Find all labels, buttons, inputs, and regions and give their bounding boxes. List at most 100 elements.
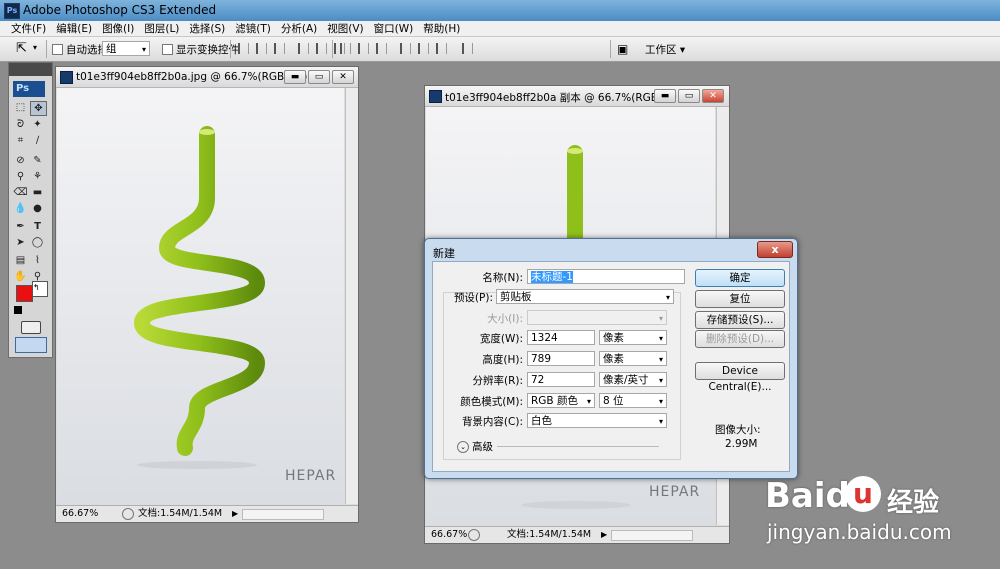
document-title-bar[interactable]: t01e3ff904eb8ff2b0a 副本 @ 66.7%(RGB/8#) ▬… xyxy=(425,86,729,107)
status-bar: 66.67% 文档:1.54M/1.54M ▶ xyxy=(56,505,358,522)
align-left-icon[interactable] xyxy=(298,43,309,54)
slice-tool-icon[interactable]: ∕ xyxy=(30,134,45,147)
screen-mode-icon[interactable] xyxy=(15,337,47,353)
move-tool-icon[interactable]: ⇱ xyxy=(16,41,27,56)
notes-tool-icon[interactable]: ▤ xyxy=(13,254,28,267)
distribute-vcenter-icon[interactable] xyxy=(358,43,369,54)
type-tool-icon[interactable]: T xyxy=(30,220,45,233)
menu-layer[interactable]: 图层(L) xyxy=(139,21,184,36)
status-info-icon[interactable] xyxy=(468,529,480,541)
gradient-tool-icon[interactable]: ▬ xyxy=(30,186,45,199)
menu-analysis[interactable]: 分析(A) xyxy=(276,21,322,36)
eyedropper-icon[interactable]: ⌇ xyxy=(30,254,45,267)
menu-help[interactable]: 帮助(H) xyxy=(418,21,465,36)
distribute-left-icon[interactable] xyxy=(400,43,411,54)
stamp-tool-icon[interactable]: ⚲ xyxy=(13,170,28,183)
name-input[interactable]: 未标题-1 xyxy=(527,269,685,284)
tool-preset-chevron-icon[interactable]: ▾ xyxy=(33,43,37,52)
preset-dropdown[interactable]: 剪贴板 ▾ xyxy=(496,289,674,304)
horizontal-scrollbar[interactable] xyxy=(242,509,324,520)
size-dropdown[interactable]: ▾ xyxy=(527,310,667,325)
bit-depth-dropdown[interactable]: 8 位 ▾ xyxy=(599,393,667,408)
image-size-value: 2.99M xyxy=(725,438,758,450)
dialog-close-button[interactable]: x xyxy=(757,241,793,258)
menu-select[interactable]: 选择(S) xyxy=(184,21,230,36)
healing-brush-icon[interactable]: ⊘ xyxy=(13,154,28,167)
distribute-right-icon[interactable] xyxy=(436,43,447,54)
distribute-bottom-icon[interactable] xyxy=(376,43,387,54)
menu-image[interactable]: 图像(I) xyxy=(97,21,139,36)
tools-panel-header[interactable] xyxy=(9,63,52,76)
color-mode-dropdown[interactable]: RGB 颜色 ▾ xyxy=(527,393,595,408)
default-colors-icon[interactable] xyxy=(14,306,22,314)
swap-colors-icon[interactable]: ↰ xyxy=(33,283,40,292)
background-dropdown[interactable]: 白色 ▾ xyxy=(527,413,667,428)
width-input[interactable]: 1324 xyxy=(527,330,595,345)
marquee-tool-icon[interactable]: ⬚ xyxy=(13,101,28,114)
height-unit-dropdown[interactable]: 像素 ▾ xyxy=(599,351,667,366)
hand-tool-icon[interactable]: ✋ xyxy=(13,270,28,283)
dodge-tool-icon[interactable]: ● xyxy=(30,202,45,215)
status-menu-arrow-icon[interactable]: ▶ xyxy=(232,506,238,522)
ok-button[interactable]: 确定 xyxy=(695,269,785,287)
advanced-label[interactable]: 高级 xyxy=(472,439,493,454)
maximize-button[interactable]: ▭ xyxy=(308,70,330,84)
ps-document-icon xyxy=(429,90,442,103)
delete-preset-button[interactable]: 删除预设(D)... xyxy=(695,330,785,348)
foreground-color-swatch[interactable] xyxy=(16,285,33,302)
vertical-scrollbar[interactable] xyxy=(345,88,358,504)
crop-tool-icon[interactable]: ⌗ xyxy=(13,134,28,147)
distribute-top-icon[interactable] xyxy=(340,43,351,54)
close-button[interactable]: ✕ xyxy=(332,70,354,84)
advanced-toggle-icon[interactable]: ⌄ xyxy=(457,441,469,453)
width-unit-dropdown[interactable]: 像素 ▾ xyxy=(599,330,667,345)
close-button[interactable]: ✕ xyxy=(702,89,724,103)
menu-view[interactable]: 视图(V) xyxy=(322,21,368,36)
status-info-icon[interactable] xyxy=(122,508,134,520)
document-canvas[interactable]: HEPAR xyxy=(57,88,344,504)
auto-align-icon[interactable] xyxy=(462,43,473,54)
menu-edit[interactable]: 编辑(E) xyxy=(51,21,97,36)
path-select-icon[interactable]: ➤ xyxy=(13,236,28,249)
lasso-tool-icon[interactable]: ᘐ xyxy=(13,118,28,131)
resolution-input[interactable]: 72 xyxy=(527,372,595,387)
horizontal-scrollbar[interactable] xyxy=(611,530,693,541)
shape-tool-icon[interactable]: ◯ xyxy=(30,236,45,249)
show-transform-checkbox[interactable] xyxy=(162,44,173,55)
status-bar: 66.67% 文档:1.54M/1.54M ▶ xyxy=(425,526,729,543)
height-input[interactable]: 789 xyxy=(527,351,595,366)
menu-filter[interactable]: 滤镜(T) xyxy=(230,21,276,36)
quick-mask-icon[interactable] xyxy=(21,321,41,334)
align-vcenter-icon[interactable] xyxy=(256,43,267,54)
magic-wand-icon[interactable]: ✦ xyxy=(30,118,45,131)
workspace-menu[interactable]: 工作区 ▾ xyxy=(645,42,685,57)
bridge-icon[interactable]: ▣ xyxy=(617,42,628,56)
brush-tool-icon[interactable]: ✎ xyxy=(30,154,45,167)
device-central-button[interactable]: Device Central(E)... xyxy=(695,362,785,393)
auto-select-dropdown[interactable]: 组 ▾ xyxy=(102,41,150,56)
pen-tool-icon[interactable]: ✒ xyxy=(13,220,28,233)
align-bottom-icon[interactable] xyxy=(274,43,285,54)
minimize-button[interactable]: ▬ xyxy=(284,70,306,84)
zoom-level[interactable]: 66.67% xyxy=(62,506,98,522)
document-title-bar[interactable]: t01e3ff904eb8ff2b0a.jpg @ 66.7%(RGB/8#) … xyxy=(56,67,358,88)
history-brush-icon[interactable]: ⚘ xyxy=(30,170,45,183)
dialog-body: 名称(N): 未标题-1 预设(P): 剪贴板 ▾ 大小(I): ▾ 宽度(W):… xyxy=(432,261,790,472)
menu-window[interactable]: 窗口(W) xyxy=(369,21,419,36)
auto-select-checkbox[interactable] xyxy=(52,44,63,55)
blur-tool-icon[interactable]: 💧 xyxy=(13,202,28,215)
save-preset-button[interactable]: 存储预设(S)... xyxy=(695,311,785,329)
resolution-unit-dropdown[interactable]: 像素/英寸 ▾ xyxy=(599,372,667,387)
eraser-tool-icon[interactable]: ⌫ xyxy=(13,186,28,199)
align-top-icon[interactable] xyxy=(238,43,249,54)
minimize-button[interactable]: ▬ xyxy=(654,89,676,103)
move-tool-icon[interactable]: ✥ xyxy=(30,101,47,116)
maximize-button[interactable]: ▭ xyxy=(678,89,700,103)
status-menu-arrow-icon[interactable]: ▶ xyxy=(601,527,607,543)
reset-button[interactable]: 复位 xyxy=(695,290,785,308)
align-hcenter-icon[interactable] xyxy=(316,43,327,54)
distribute-hcenter-icon[interactable] xyxy=(418,43,429,54)
menu-file[interactable]: 文件(F) xyxy=(6,21,51,36)
zoom-level[interactable]: 66.67% xyxy=(431,527,467,543)
image-size-label: 图像大小: xyxy=(715,424,761,436)
